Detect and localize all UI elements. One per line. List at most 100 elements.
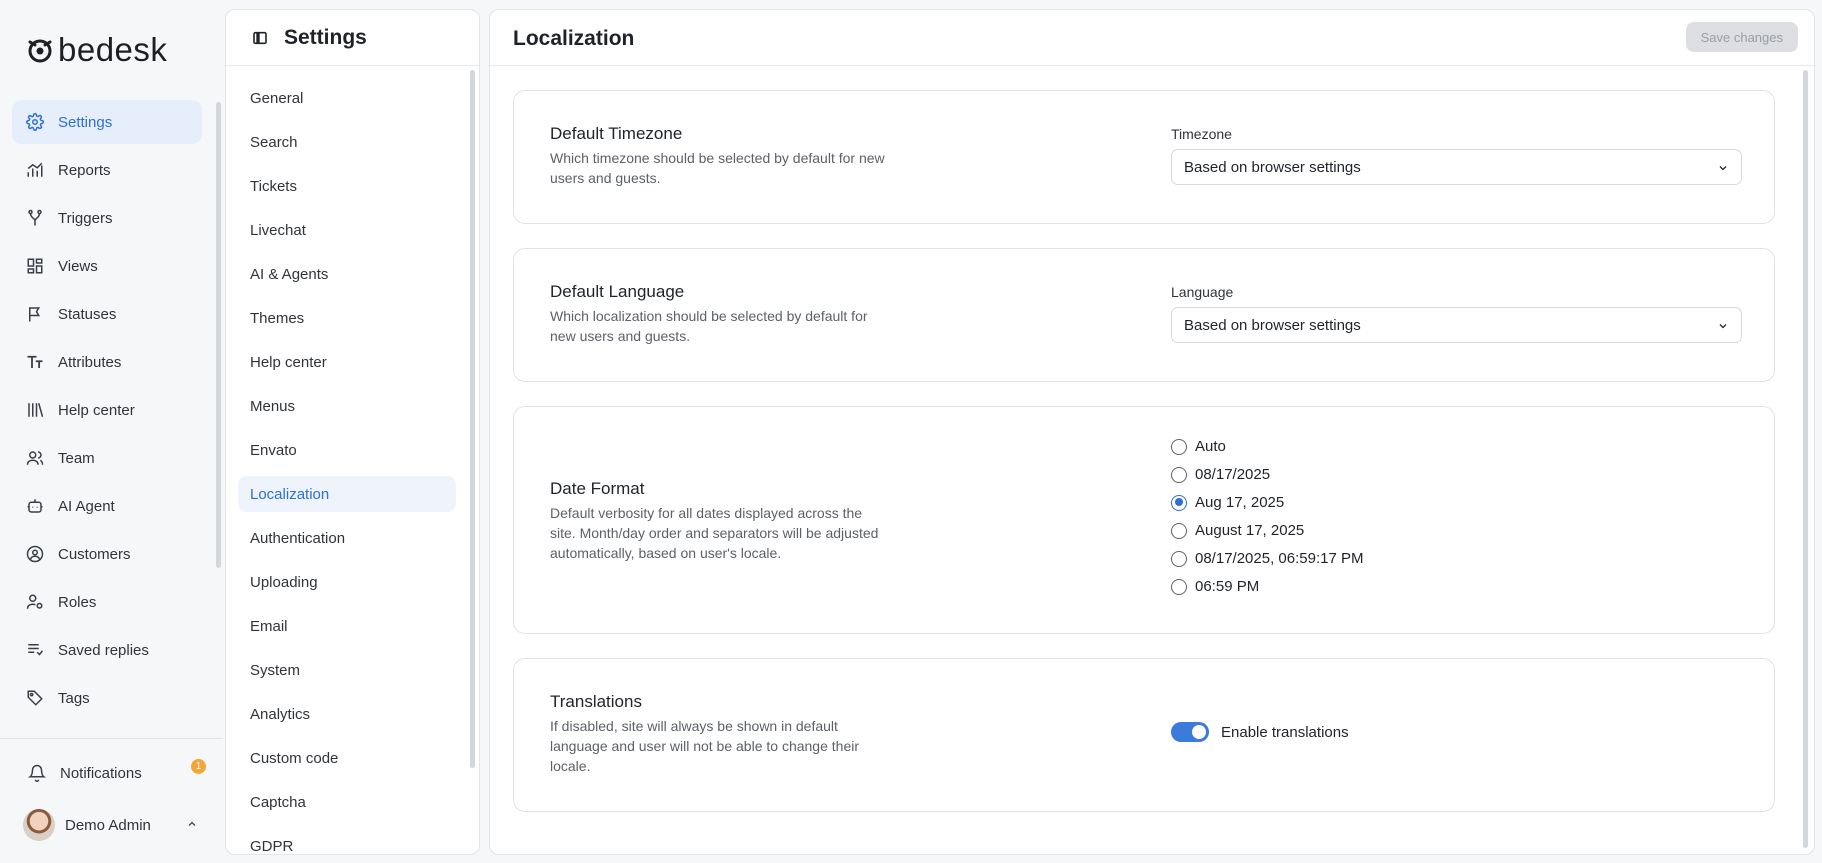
date-format-option[interactable]: 08/17/2025, 06:59:17 PM <box>1171 550 1363 567</box>
logo-icon <box>26 36 54 64</box>
timezone-description: Which timezone should be selected by def… <box>550 150 885 186</box>
nav-item-triggers[interactable]: Triggers <box>12 196 202 240</box>
localization-page: Localization Save changes Default Timezo… <box>489 9 1815 855</box>
language-card: Default Language Which localization shou… <box>513 248 1775 382</box>
date-format-option[interactable]: Aug 17, 2025 <box>1171 494 1284 511</box>
notifications-label: Notifications <box>60 764 142 782</box>
chevron-up-icon[interactable] <box>186 818 198 830</box>
sidebar-scrollbar[interactable] <box>216 102 221 568</box>
nav-item-reports[interactable]: Reports <box>12 148 202 192</box>
nav-item-attributes[interactable]: Attributes <box>12 340 202 384</box>
language-label: Language <box>1171 284 1234 300</box>
settings-item-livechat[interactable]: Livechat <box>238 212 456 248</box>
nav-item-saved-replies[interactable]: Saved replies <box>12 628 202 672</box>
nav-item-help-center[interactable]: Help center <box>12 388 202 432</box>
chevron-down-icon <box>1717 162 1729 174</box>
library-icon <box>26 401 44 419</box>
settings-item-custom-code[interactable]: Custom code <box>238 740 456 776</box>
enable-translations-toggle[interactable] <box>1171 722 1209 742</box>
chart-icon <box>26 161 44 179</box>
date-format-option-label: August 17, 2025 <box>1195 522 1305 539</box>
settings-panel-scrollbar[interactable] <box>470 70 475 768</box>
nav-label: Views <box>58 257 98 275</box>
radio-button[interactable] <box>1171 578 1187 595</box>
tag-icon <box>26 689 44 707</box>
settings-item-system[interactable]: System <box>238 652 456 688</box>
date-format-option-label: 08/17/2025, 06:59:17 PM <box>1195 550 1364 567</box>
main-scrollbar[interactable] <box>1803 70 1808 848</box>
settings-item-localization[interactable]: Localization <box>238 476 456 512</box>
date-format-option[interactable]: 08/17/2025 <box>1171 466 1270 483</box>
date-format-option[interactable]: August 17, 2025 <box>1171 522 1304 539</box>
brand-logo[interactable]: bedesk <box>26 32 167 68</box>
settings-item-analytics[interactable]: Analytics <box>238 696 456 732</box>
settings-item-gdpr[interactable]: GDPR <box>238 828 456 855</box>
radio-button[interactable] <box>1171 438 1187 455</box>
nav-label: AI Agent <box>58 497 115 515</box>
language-title: Default Language <box>550 282 685 301</box>
list-icon <box>26 641 44 659</box>
radio-button[interactable] <box>1171 522 1187 539</box>
nav-item-team[interactable]: Team <box>12 436 202 480</box>
nav-item-ai-agent[interactable]: AI Agent <box>12 484 202 528</box>
translations-card: Translations If disabled, site will alwa… <box>513 658 1775 812</box>
settings-item-envato[interactable]: Envato <box>238 432 456 468</box>
date-format-option-label: Auto <box>1195 438 1226 455</box>
nav-label: Saved replies <box>58 641 149 659</box>
user-circle-icon <box>26 545 44 563</box>
nav-item-settings[interactable]: Settings <box>12 100 202 144</box>
text-size-icon <box>26 353 44 371</box>
user-cog-icon <box>26 593 44 611</box>
avatar <box>23 809 55 841</box>
user-menu[interactable]: Demo Admin <box>23 809 151 841</box>
language-description: Which localization should be selected by… <box>550 308 868 344</box>
nav-label: Team <box>58 449 95 467</box>
nav-item-customers[interactable]: Customers <box>12 532 202 576</box>
settings-item-themes[interactable]: Themes <box>238 300 456 336</box>
settings-item-search[interactable]: Search <box>238 124 456 160</box>
date-format-option[interactable]: Auto <box>1171 438 1226 455</box>
date-format-option[interactable]: 06:59 PM <box>1171 578 1259 595</box>
bell-icon <box>28 764 46 782</box>
radio-button[interactable] <box>1171 466 1187 483</box>
nav-label: Tags <box>58 689 90 707</box>
nav-item-tags[interactable]: Tags <box>12 676 202 720</box>
nav-item-views[interactable]: Views <box>12 244 202 288</box>
nav-label: Help center <box>58 401 135 419</box>
enable-translations-toggle-row[interactable]: Enable translations <box>1171 722 1349 742</box>
timezone-select[interactable]: Based on browser settings <box>1171 149 1742 185</box>
radio-button[interactable] <box>1171 550 1187 567</box>
settings-item-authentication[interactable]: Authentication <box>238 520 456 556</box>
nav-label: Statuses <box>58 305 117 323</box>
flag-icon <box>26 305 44 323</box>
page-header: Localization Save changes <box>490 10 1814 66</box>
nav-label: Triggers <box>58 209 113 227</box>
language-value: Based on browser settings <box>1184 316 1361 334</box>
sidebar-toggle-icon[interactable] <box>252 30 268 46</box>
nav-item-roles[interactable]: Roles <box>12 580 202 624</box>
nav-label: Reports <box>58 161 111 179</box>
settings-panel-header: Settings <box>226 10 479 66</box>
timezone-title: Default Timezone <box>550 124 683 143</box>
language-select[interactable]: Based on browser settings <box>1171 307 1742 343</box>
settings-item-tickets[interactable]: Tickets <box>238 168 456 204</box>
settings-item-help-center[interactable]: Help center <box>238 344 456 380</box>
settings-panel: Settings General Search Tickets Livechat… <box>225 9 480 855</box>
nav-item-statuses[interactable]: Statuses <box>12 292 202 336</box>
radio-button-selected[interactable] <box>1171 494 1187 511</box>
chevron-down-icon <box>1717 320 1729 332</box>
settings-item-uploading[interactable]: Uploading <box>238 564 456 600</box>
save-changes-button[interactable]: Save changes <box>1685 22 1798 52</box>
date-format-option-label: Aug 17, 2025 <box>1195 494 1285 511</box>
gear-icon <box>26 113 44 131</box>
notifications-link[interactable]: Notifications <box>28 764 142 782</box>
settings-item-ai-agents[interactable]: AI & Agents <box>238 256 456 292</box>
settings-item-general[interactable]: General <box>238 80 456 116</box>
timezone-value: Based on browser settings <box>1184 158 1361 176</box>
settings-item-menus[interactable]: Menus <box>238 388 456 424</box>
translations-title: Translations <box>550 692 642 711</box>
settings-item-email[interactable]: Email <box>238 608 456 644</box>
notifications-badge: 1 <box>191 759 206 774</box>
date-format-description: Default verbosity for all dates displaye… <box>550 505 879 561</box>
settings-item-captcha[interactable]: Captcha <box>238 784 456 820</box>
